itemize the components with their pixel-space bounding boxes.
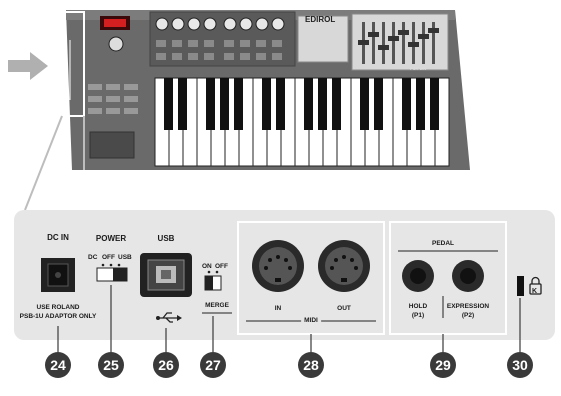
callout-25: 25: [98, 352, 124, 378]
hold-sub-label: (P1): [411, 312, 425, 319]
pedal-label: PEDAL: [431, 240, 455, 247]
adaptor-note-line2: PSB-1U ADAPTOR ONLY: [19, 313, 97, 320]
hold-pedal-jack: [402, 260, 434, 292]
expression-sub-label: (P2): [461, 312, 475, 319]
pointer-arrow: [8, 52, 48, 80]
dc-in-label: DC IN: [47, 233, 69, 242]
model-label: PCR-300: [410, 66, 427, 71]
callout-28: 28: [298, 352, 324, 378]
midi-label: MIDI: [301, 317, 321, 324]
callout-26: 26: [153, 352, 179, 378]
callout-24: 24: [45, 352, 71, 378]
merge-on-label: ON: [202, 263, 212, 270]
merge-off-label: OFF: [215, 263, 228, 270]
zoom-line: [24, 115, 63, 211]
usb-label: USB: [157, 234, 175, 243]
callout-30: 30: [507, 352, 533, 378]
merge-label: MERGE: [205, 302, 229, 309]
expression-label: EXPRESSION: [446, 303, 490, 310]
power-switch: [113, 268, 127, 281]
callout-29: 29: [430, 352, 456, 378]
adaptor-note-line1: USE ROLAND: [36, 304, 80, 311]
power-label: POWER: [95, 234, 127, 243]
midi-out-label: OUT: [337, 305, 351, 312]
security-slot: [517, 276, 524, 296]
display-red: [104, 19, 126, 27]
merge-switch: [205, 276, 213, 290]
diagram-stage: K EDIROL PCR-300 DC IN USE ROLAND PSB-1U…: [0, 0, 561, 391]
brand-label: EDIROL: [305, 15, 336, 24]
midi-in-port: [252, 240, 304, 292]
midi-out-port: [318, 240, 370, 292]
power-dc-label: DC: [88, 254, 98, 261]
callout-27: 27: [200, 352, 226, 378]
power-off-label: OFF: [102, 254, 115, 261]
expression-pedal-jack: [452, 260, 484, 292]
midi-in-label: IN: [274, 305, 282, 312]
svg-text:K: K: [532, 288, 537, 295]
diagram-svg: K: [8, 10, 555, 352]
power-usb-label: USB: [118, 254, 132, 261]
hold-label: HOLD: [408, 303, 428, 310]
keyboard-device: [61, 10, 470, 170]
